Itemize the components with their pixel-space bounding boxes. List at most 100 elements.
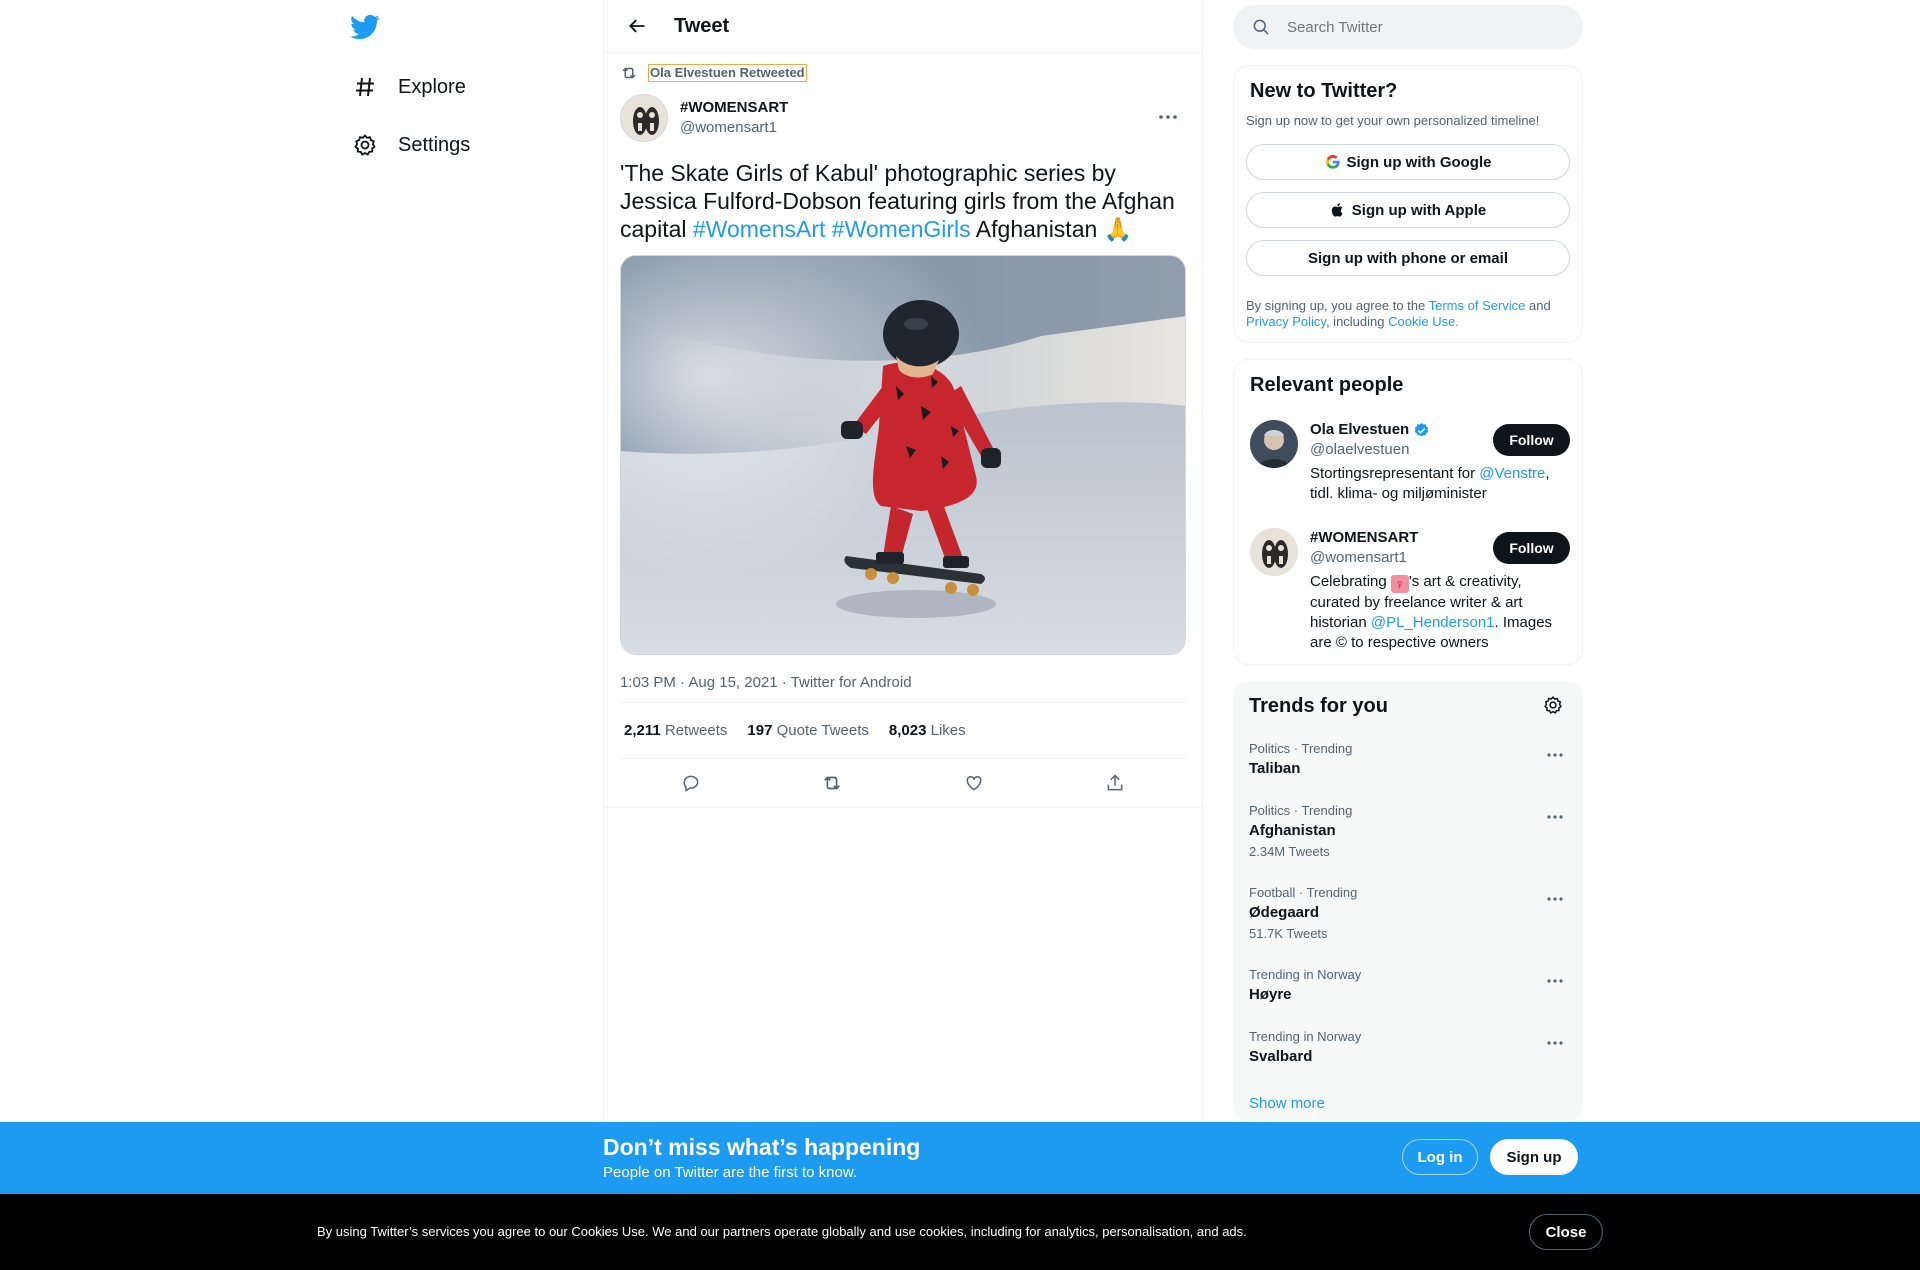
quotes-count: 197 — [747, 722, 773, 739]
avatar[interactable] — [1250, 420, 1298, 468]
signup-google-button[interactable]: Sign up with Google — [1246, 144, 1570, 180]
back-arrow-icon[interactable] — [620, 9, 654, 43]
signup-legal-text: By signing up, you agree to the Terms of… — [1246, 298, 1570, 330]
person-bio: Celebrating ♀'s art & creativity, curate… — [1310, 572, 1570, 653]
gear-icon[interactable] — [1543, 695, 1565, 717]
more-options-icon[interactable] — [1543, 745, 1567, 765]
retweet-indicator: Ola Elvestuen Retweeted — [620, 53, 1186, 93]
tweet-photo[interactable] — [620, 255, 1186, 655]
trend-name: Høyre — [1249, 986, 1292, 1003]
signup-button[interactable]: Sign up — [1490, 1139, 1578, 1175]
cookie-use-link[interactable]: Cookie Use. — [1388, 314, 1459, 329]
verified-badge-icon — [1413, 422, 1430, 439]
hashtag-link[interactable]: #WomenGirls — [832, 216, 971, 242]
bio-text: Celebrating — [1310, 573, 1391, 590]
trends-card: Trends for you Politics · Trending Talib… — [1233, 681, 1583, 1121]
tweet-author: #WOMENSART @womensart1 — [620, 93, 1186, 143]
trend-item[interactable]: Trending in Norway Svalbard — [1249, 1029, 1567, 1067]
retweets-label: Retweets — [660, 722, 728, 739]
legal-text: , including — [1325, 314, 1389, 329]
trend-name: Afghanistan — [1249, 822, 1336, 839]
more-options-icon[interactable] — [1543, 1033, 1567, 1053]
terms-link[interactable]: Terms of Service — [1429, 298, 1526, 313]
person-name-text[interactable]: Ola Elvestuen — [1310, 420, 1409, 440]
likes-count: 8,023 — [888, 722, 927, 739]
tweet-text: 'The Skate Girls of Kabul' photographic … — [620, 159, 1186, 243]
quote-tweets-stat[interactable]: 197 Quote Tweets — [747, 722, 868, 739]
search-bar[interactable] — [1233, 5, 1583, 49]
banner-subtitle: People on Twitter are the first to know. — [603, 1164, 858, 1181]
signup-banner: Don’t miss what’s happening People on Tw… — [0, 1122, 1920, 1194]
relevant-people-card: Relevant people Ola Elvestuen @olaelvest… — [1233, 359, 1583, 665]
signup-phone-label: Sign up with phone or email — [1307, 249, 1508, 267]
nav-settings-label: Settings — [398, 133, 471, 156]
author-handle[interactable]: @womensart1 — [680, 118, 788, 138]
trend-meta: Politics · Trending — [1249, 803, 1353, 818]
retweeted-by-link[interactable]: Ola Elvestuen Retweeted — [648, 64, 807, 82]
mention-link[interactable]: @PL_Henderson1 — [1371, 614, 1495, 631]
tweet: Ola Elvestuen Retweeted #WOMENSART @wome… — [604, 53, 1202, 808]
trend-item[interactable]: Politics · Trending Taliban — [1249, 741, 1567, 779]
trend-item[interactable]: Football · Trending Ødegaard 51.7K Tweet… — [1249, 885, 1567, 942]
trend-name: Taliban — [1249, 760, 1301, 777]
google-icon — [1325, 154, 1341, 170]
signup-google-label: Sign up with Google — [1346, 153, 1492, 171]
trend-name: Svalbard — [1249, 1048, 1313, 1065]
new-to-twitter-card: New to Twitter? Sign up now to get your … — [1233, 65, 1583, 343]
trend-name: Ødegaard — [1249, 904, 1320, 921]
more-options-icon[interactable] — [1543, 971, 1567, 991]
reply-icon[interactable] — [674, 766, 708, 800]
login-button[interactable]: Log in — [1402, 1139, 1478, 1175]
trend-item[interactable]: Politics · Trending Afghanistan 2.34M Tw… — [1249, 803, 1567, 860]
like-heart-icon[interactable] — [957, 766, 991, 800]
twitter-logo-icon[interactable] — [350, 12, 382, 44]
hashtag-icon — [352, 74, 378, 100]
signup-phone-email-button[interactable]: Sign up with phone or email — [1246, 240, 1570, 276]
nav-settings[interactable]: Settings — [352, 125, 470, 165]
search-input[interactable] — [1287, 18, 1547, 36]
trend-count: 2.34M Tweets — [1249, 844, 1330, 859]
share-icon[interactable] — [1098, 766, 1132, 800]
nav-explore-label: Explore — [398, 75, 466, 98]
trends-title: Trends for you — [1249, 695, 1388, 717]
hashtag-link[interactable]: #WomensArt — [693, 216, 826, 242]
retweet-icon[interactable] — [815, 766, 849, 800]
retweet-small-icon — [620, 64, 638, 82]
signup-apple-label: Sign up with Apple — [1351, 201, 1487, 219]
trend-item[interactable]: Trending in Norway Høyre — [1249, 967, 1567, 1005]
author-name[interactable]: #WOMENSART — [680, 98, 788, 118]
apple-icon — [1330, 202, 1346, 218]
more-options-icon[interactable] — [1156, 107, 1180, 127]
trend-meta: Trending in Norway — [1249, 967, 1362, 982]
privacy-link[interactable]: Privacy Policy — [1246, 314, 1326, 329]
new-to-twitter-subtitle: Sign up now to get your own personalized… — [1246, 113, 1540, 128]
avatar[interactable] — [1250, 528, 1298, 576]
trend-count: 51.7K Tweets — [1249, 926, 1328, 941]
quotes-label: Quote Tweets — [772, 722, 869, 739]
tweet-timestamp[interactable]: 1:03 PM · Aug 15, 2021 · Twitter for And… — [620, 673, 1186, 703]
likes-stat[interactable]: 8,023 Likes — [889, 722, 966, 739]
avatar[interactable] — [620, 94, 668, 142]
retweets-stat[interactable]: 2,211 Retweets — [624, 722, 727, 739]
more-options-icon[interactable] — [1543, 807, 1567, 827]
bio-text: Stortingsrepresentant for — [1310, 465, 1480, 482]
legal-text: and — [1525, 298, 1551, 313]
show-more-link[interactable]: Show more — [1249, 1095, 1325, 1112]
cookie-text: By using Twitter’s services you agree to… — [317, 1224, 1247, 1239]
main-column: Tweet Ola Elvestuen Retweeted #WOMENSART… — [603, 0, 1203, 1122]
close-button[interactable]: Close — [1529, 1214, 1603, 1250]
more-options-icon[interactable] — [1543, 889, 1567, 909]
likes-label: Likes — [926, 722, 966, 739]
follow-button[interactable]: Follow — [1493, 424, 1570, 456]
tweet-actions — [620, 759, 1186, 807]
page-title: Tweet — [674, 14, 730, 37]
follow-button[interactable]: Follow — [1493, 532, 1570, 564]
gear-icon — [352, 132, 378, 158]
tweet-stats: 2,211 Retweets 197 Quote Tweets 8,023 Li… — [620, 703, 1186, 759]
retweets-count: 2,211 — [624, 722, 661, 739]
trend-meta: Politics · Trending — [1249, 741, 1353, 756]
divider — [604, 807, 1202, 808]
mention-link[interactable]: @Venstre — [1479, 465, 1545, 482]
signup-apple-button[interactable]: Sign up with Apple — [1246, 192, 1570, 228]
nav-explore[interactable]: Explore — [352, 67, 466, 107]
